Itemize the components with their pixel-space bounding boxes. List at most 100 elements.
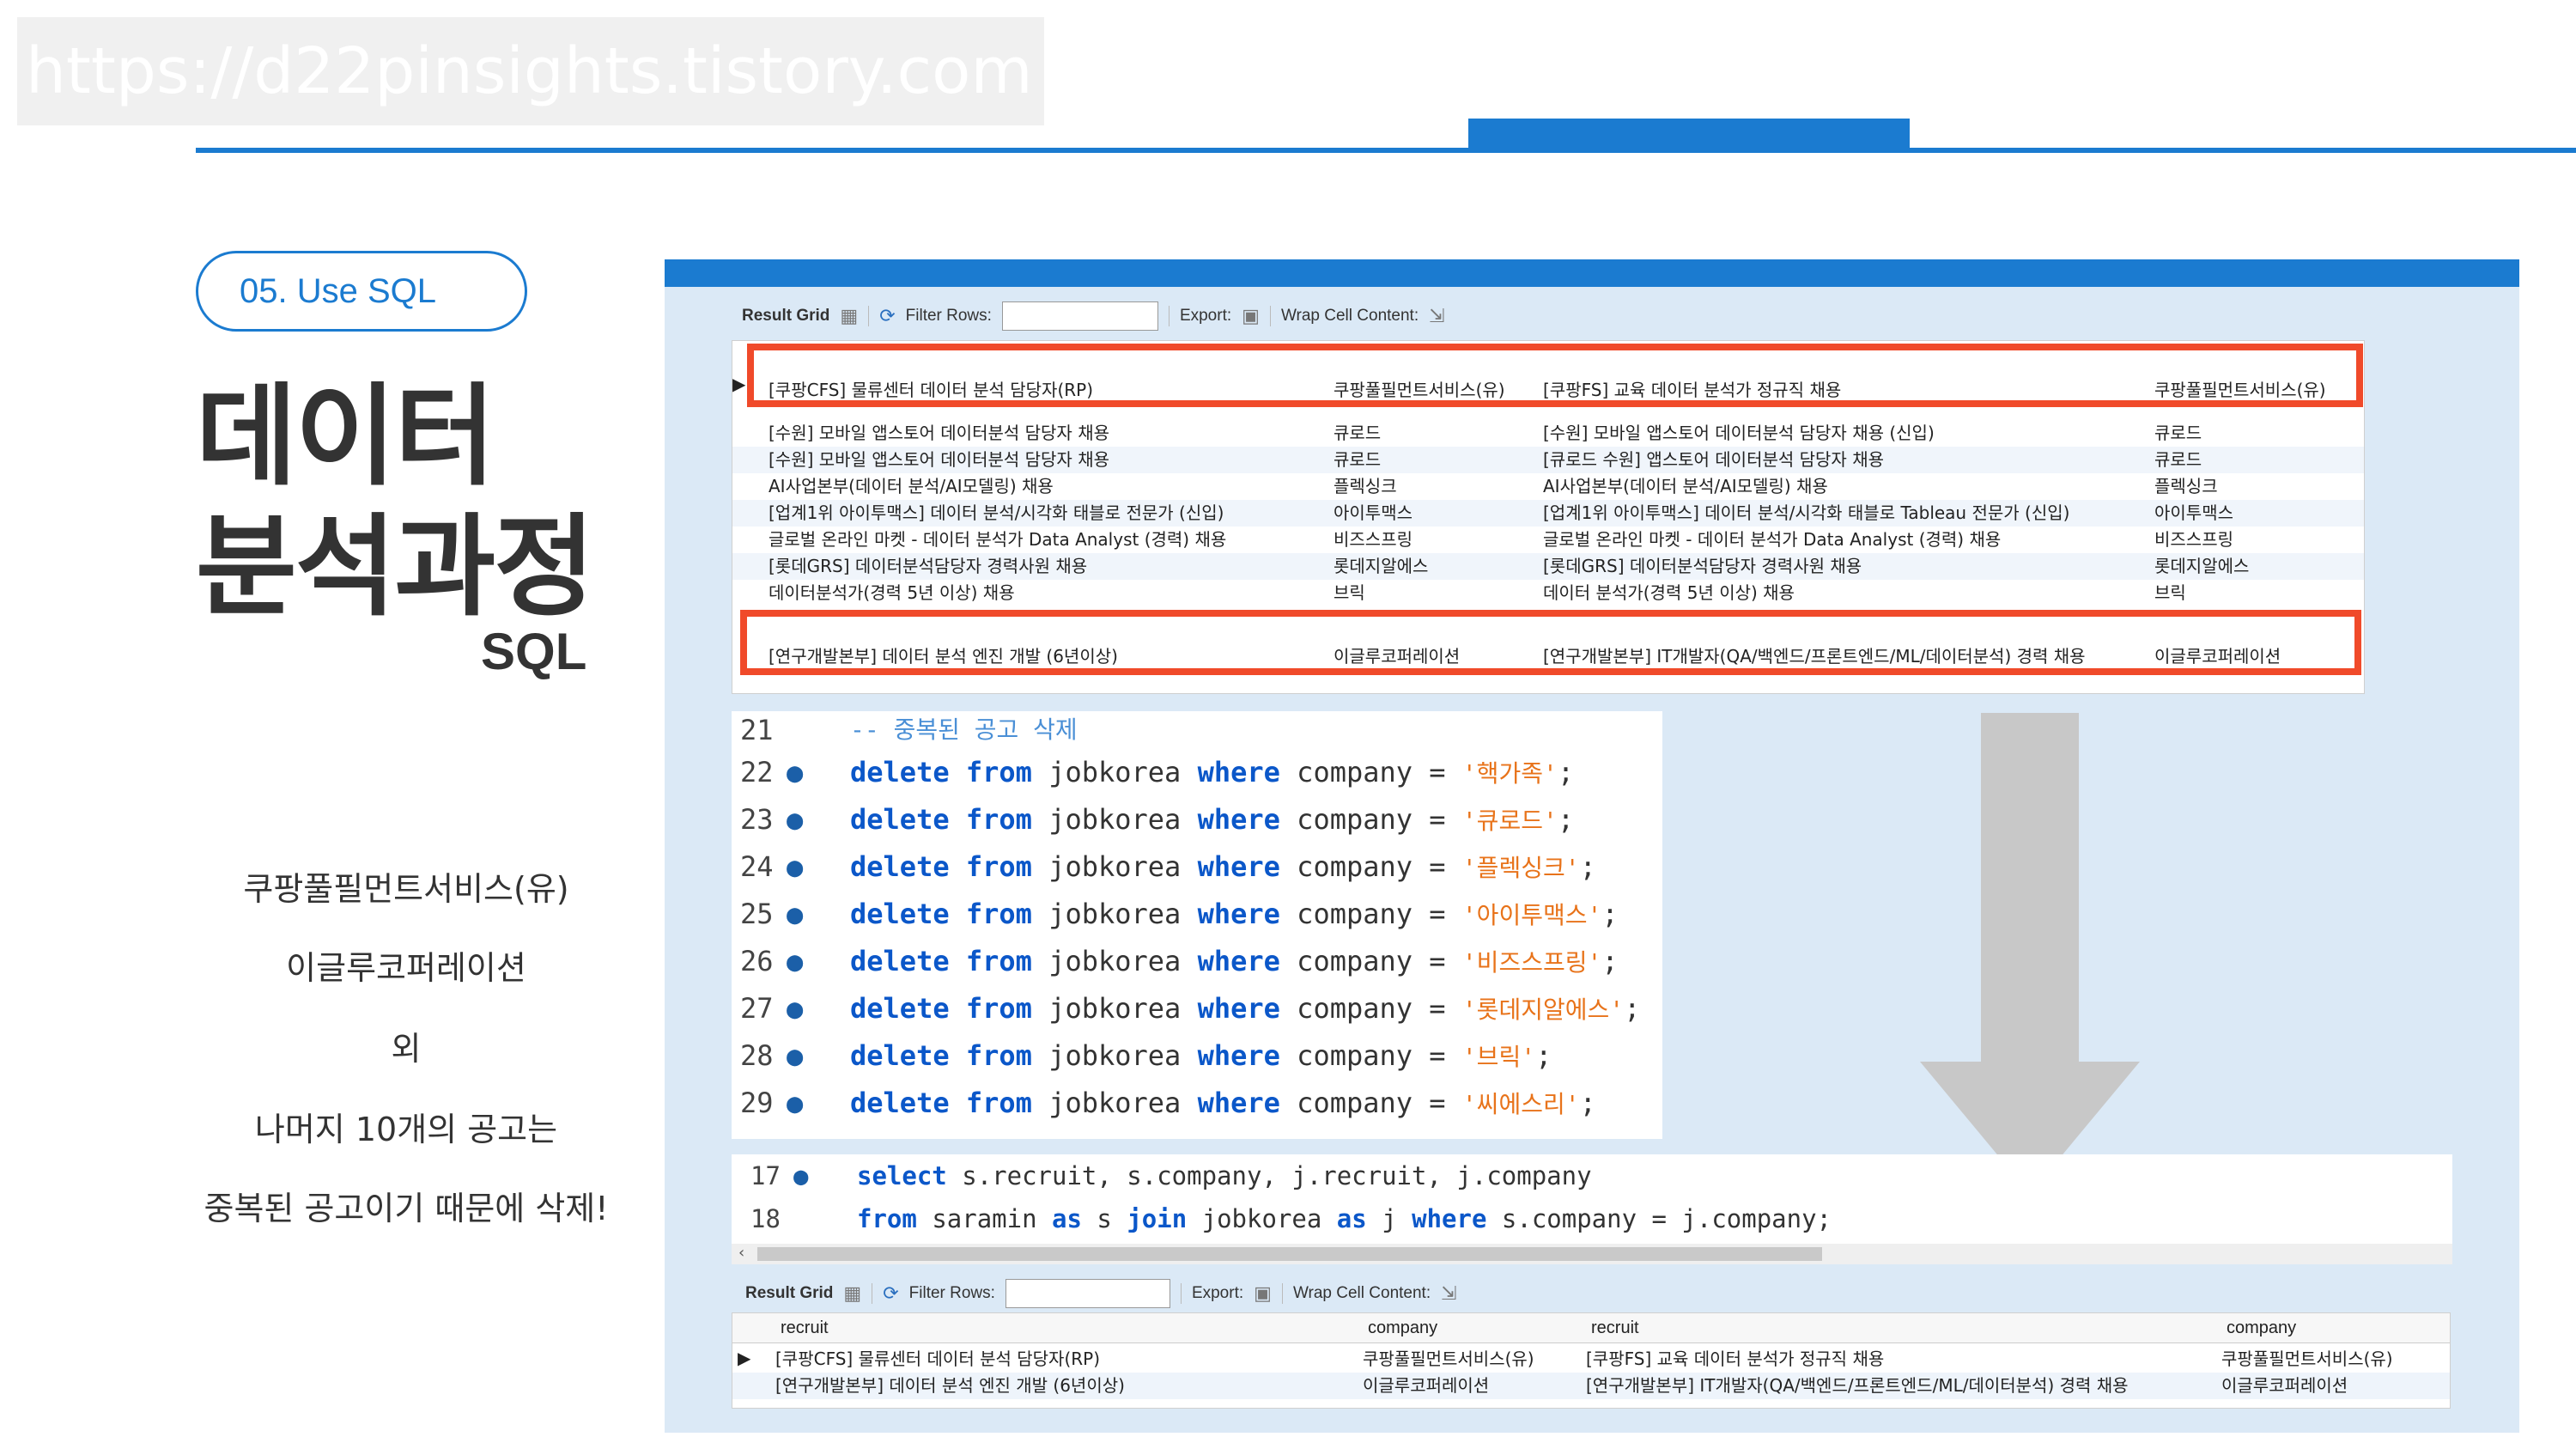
cell-recruit[interactable]: AI사업본부(데이터 분석/AI모델링) 채용: [1543, 473, 2144, 500]
code-line: 25 ● delete from jobkorea where company = …: [732, 891, 1662, 938]
cell-company[interactable]: 비즈스프링: [1334, 527, 1540, 553]
table-row[interactable]: [수원] 모바일 앱스토어 데이터분석 담당자 채용 큐로드 [큐로드 수원] …: [732, 447, 2364, 473]
cell-recruit[interactable]: [롯데GRS] 데이터분석담당자 경력사원 채용: [1543, 553, 2144, 580]
cell-company[interactable]: 브릭: [1334, 580, 1540, 606]
export-icon[interactable]: ▣: [1254, 1282, 1272, 1305]
table-row[interactable]: [수원] 모바일 앱스토어 데이터분석 담당자 채용 큐로드 [수원] 모바일 …: [732, 420, 2364, 447]
filter-rows-input[interactable]: [1001, 301, 1158, 331]
result-grid-label[interactable]: Result Grid: [745, 1284, 833, 1303]
export-icon[interactable]: ▣: [1242, 305, 1260, 327]
cell-company[interactable]: 롯데지알에스: [1334, 553, 1540, 580]
sql-operator: =: [1429, 756, 1446, 788]
sql-keyword: from: [965, 850, 1032, 883]
code-line: 28 ● delete from jobkorea where company = …: [732, 1032, 1662, 1080]
table-row[interactable]: [롯데GRS] 데이터분석담당자 경력사원 채용 롯데지알에스 [롯데GRS] …: [732, 553, 2364, 580]
result-grid-2: recruit company recruit company ▶ [쿠팡CFS…: [732, 1312, 2451, 1409]
cell-company[interactable]: 큐로드: [1334, 420, 1540, 447]
breakpoint-dot[interactable]: ●: [787, 938, 803, 985]
cell-company[interactable]: 비즈스프링: [2154, 527, 2343, 553]
sql-alias: j: [1382, 1204, 1397, 1233]
cell-company[interactable]: 아이투맥스: [2154, 500, 2343, 527]
breakpoint-dot[interactable]: ●: [787, 843, 803, 891]
cell-company[interactable]: 큐로드: [2154, 420, 2343, 447]
sql-keyword: delete: [850, 898, 950, 930]
cell-company[interactable]: 쿠팡풀필먼트서비스(유): [2221, 1346, 2445, 1373]
refresh-icon[interactable]: ⟳: [883, 1282, 898, 1305]
cell-recruit[interactable]: 글로벌 온라인 마켓 - 데이터 분석가 Data Analyst (경력) 채…: [1543, 527, 2144, 553]
grid-view-icon[interactable]: ▦: [843, 1282, 861, 1305]
table-row[interactable]: 데이터분석가(경력 5년 이상) 채용 브릭 데이터 분석가(경력 5년 이상)…: [732, 580, 2364, 606]
sql-table: saramin: [932, 1204, 1037, 1233]
cell-recruit[interactable]: [연구개발본부] IT개발자(QA/백엔드/프론트엔드/ML/데이터분석) 경력…: [1586, 1373, 2221, 1399]
cell-company[interactable]: 큐로드: [2154, 447, 2343, 473]
breakpoint-dot[interactable]: ●: [787, 749, 803, 796]
sql-semicolon: ;: [1535, 1039, 1552, 1072]
sql-editor-delete[interactable]: 21 -- 중복된 공고 삭제 22 ● delete from jobkorea …: [732, 711, 1662, 1139]
cell-company[interactable]: 플렉싱크: [1334, 473, 1540, 500]
export-label: Export:: [1191, 1284, 1244, 1302]
cell-recruit[interactable]: 데이터분석가(경력 5년 이상) 채용: [769, 580, 1318, 606]
code-line: 23 ● delete from jobkorea where company = …: [732, 796, 1662, 843]
table-row[interactable]: AI사업본부(데이터 분석/AI모델링) 채용 플렉싱크 AI사업본부(데이터 …: [732, 473, 2364, 500]
sql-operator: =: [1429, 1087, 1446, 1119]
breakpoint-dot[interactable]: ●: [787, 1080, 803, 1127]
column-header-company[interactable]: company: [1368, 1313, 1583, 1342]
scroll-left-icon[interactable]: ‹: [738, 1244, 744, 1262]
cell-recruit[interactable]: [쿠팡CFS] 물류센터 데이터 분석 담당자(RP): [775, 1346, 1342, 1373]
cell-company[interactable]: 쿠팡풀필먼트서비스(유): [1363, 1346, 1577, 1373]
table-row[interactable]: [쿠팡CFS] 물류센터 데이터 분석 담당자(RP) 쿠팡풀필먼트서비스(유)…: [732, 1346, 2450, 1373]
cell-recruit[interactable]: AI사업본부(데이터 분석/AI모델링) 채용: [769, 473, 1318, 500]
line-number: 24: [740, 850, 774, 883]
sql-editor-select[interactable]: 17 ● select s.recruit, s.company, j.recr…: [732, 1154, 2452, 1244]
sql-keyword: where: [1197, 1087, 1280, 1119]
cell-company[interactable]: 큐로드: [1334, 447, 1540, 473]
sql-string: '큐로드': [1461, 807, 1558, 835]
export-label: Export:: [1179, 307, 1232, 325]
sql-keyword: delete: [850, 1087, 950, 1119]
cell-company[interactable]: 브릭: [2154, 580, 2343, 606]
cell-recruit[interactable]: [큐로드 수원] 앱스토어 데이터분석 담당자 채용: [1543, 447, 2144, 473]
filter-rows-label: Filter Rows:: [905, 307, 992, 325]
scrollbar-thumb[interactable]: [757, 1247, 1822, 1261]
cell-recruit[interactable]: [롯데GRS] 데이터분석담당자 경력사원 채용: [769, 553, 1318, 580]
wrap-cell-icon[interactable]: ⇲: [1429, 305, 1444, 327]
cell-recruit[interactable]: [업계1위 아이투맥스] 데이터 분석/시각화 태블로 Tableau 전문가 …: [1543, 500, 2144, 527]
grid-view-icon[interactable]: ▦: [840, 305, 858, 327]
table-row[interactable]: [업계1위 아이투맥스] 데이터 분석/시각화 태블로 전문가 (신입) 아이투…: [732, 500, 2364, 527]
table-row[interactable]: [연구개발본부] 데이터 분석 엔진 개발 (6년이상) 이글루코퍼레이션 [연…: [732, 1373, 2450, 1399]
cell-recruit[interactable]: 데이터 분석가(경력 5년 이상) 채용: [1543, 580, 2144, 606]
filter-rows-input[interactable]: [1005, 1279, 1170, 1308]
table-row[interactable]: 글로벌 온라인 마켓 - 데이터 분석가 Data Analyst (경력) 채…: [732, 527, 2364, 553]
wrap-cell-icon[interactable]: ⇲: [1441, 1282, 1456, 1305]
column-header-recruit[interactable]: recruit: [1591, 1313, 2106, 1342]
cell-recruit[interactable]: [수원] 모바일 앱스토어 데이터분석 담당자 채용 (신입): [1543, 420, 2144, 447]
sql-operator: =: [1429, 945, 1446, 977]
sql-column: company: [1297, 1039, 1413, 1072]
cell-company[interactable]: 이글루코퍼레이션: [1363, 1373, 1577, 1399]
horizontal-scrollbar[interactable]: ‹: [732, 1244, 2452, 1264]
sql-keyword: where: [1197, 898, 1280, 930]
cell-recruit[interactable]: 글로벌 온라인 마켓 - 데이터 분석가 Data Analyst (경력) 채…: [769, 527, 1318, 553]
toolbar-separator: [1281, 1283, 1283, 1304]
breakpoint-dot[interactable]: ●: [787, 796, 803, 843]
result-grid-label[interactable]: Result Grid: [742, 307, 829, 326]
breakpoint-dot[interactable]: ●: [787, 1032, 803, 1080]
cell-recruit[interactable]: [업계1위 아이투맥스] 데이터 분석/시각화 태블로 전문가 (신입): [769, 500, 1318, 527]
cell-company[interactable]: 플렉싱크: [2154, 473, 2343, 500]
column-header-recruit[interactable]: recruit: [781, 1313, 1296, 1342]
sql-keyword: from: [965, 756, 1032, 788]
cell-company[interactable]: 아이투맥스: [1334, 500, 1540, 527]
breakpoint-dot[interactable]: ●: [787, 985, 803, 1032]
cell-recruit[interactable]: [쿠팡FS] 교육 데이터 분석가 정규직 채용: [1586, 1346, 2221, 1373]
cell-recruit[interactable]: [수원] 모바일 앱스토어 데이터분석 담당자 채용: [769, 447, 1318, 473]
cell-recruit[interactable]: [연구개발본부] 데이터 분석 엔진 개발 (6년이상): [775, 1373, 1342, 1399]
sql-table: jobkorea: [1048, 756, 1182, 788]
cell-company[interactable]: 이글루코퍼레이션: [2221, 1373, 2445, 1399]
cell-recruit[interactable]: [수원] 모바일 앱스토어 데이터분석 담당자 채용: [769, 420, 1318, 447]
breakpoint-dot[interactable]: ●: [787, 891, 803, 938]
column-header-company[interactable]: company: [2227, 1313, 2441, 1342]
highlight-box-duplicate-1: [747, 344, 2363, 407]
cell-company[interactable]: 롯데지알에스: [2154, 553, 2343, 580]
breakpoint-dot[interactable]: ●: [793, 1154, 808, 1197]
refresh-icon[interactable]: ⟳: [879, 305, 895, 327]
